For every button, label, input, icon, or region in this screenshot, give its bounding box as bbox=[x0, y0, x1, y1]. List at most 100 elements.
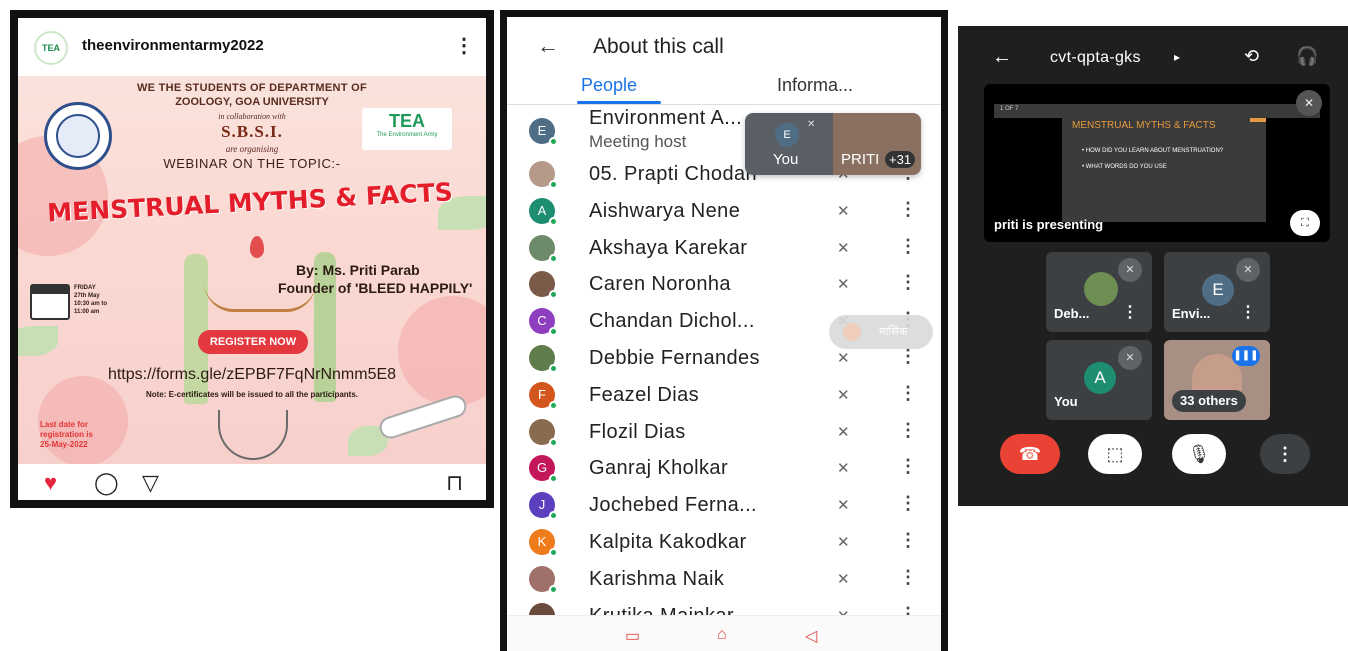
toast-avatar bbox=[843, 323, 861, 341]
participant-row[interactable]: Akshaya Karekar ✕ ⋮ bbox=[507, 230, 941, 267]
participant-more-icon[interactable]: ⋮ bbox=[899, 236, 917, 257]
tile-more-icon[interactable]: ⋮ bbox=[1122, 302, 1138, 322]
participant-row[interactable]: A Aishwarya Nene ✕ ⋮ bbox=[507, 193, 941, 230]
end-call-button[interactable]: ☎ bbox=[1000, 434, 1060, 474]
participant-more-icon[interactable]: ⋮ bbox=[899, 199, 917, 220]
pad-illustration bbox=[376, 392, 470, 442]
hands-illustration bbox=[218, 410, 288, 460]
online-dot bbox=[549, 180, 558, 189]
switch-camera-icon[interactable]: ⟲ bbox=[1244, 46, 1259, 67]
pip-presenter-label: PRITI bbox=[841, 151, 880, 168]
more-options-icon[interactable]: ⋮ bbox=[454, 33, 474, 58]
participant-more-icon[interactable]: ⋮ bbox=[899, 383, 917, 404]
presenting-label: priti is presenting bbox=[994, 217, 1104, 232]
online-dot bbox=[549, 137, 558, 146]
mic-off-icon: ✕ bbox=[837, 534, 850, 551]
poster-line-2: ZOOLOGY, GOA UNIVERSITY bbox=[175, 96, 329, 108]
tab-people[interactable]: People bbox=[581, 75, 637, 96]
slide-accent bbox=[1250, 118, 1266, 122]
participant-more-icon[interactable]: ⋮ bbox=[899, 420, 917, 441]
account-avatar[interactable]: TEA bbox=[34, 31, 68, 65]
mic-off-icon: ✕ bbox=[837, 386, 850, 404]
about-call-panel: ← About this call People Informa... E En… bbox=[500, 10, 948, 651]
share-send-icon[interactable]: ▽ bbox=[142, 472, 159, 494]
poster-collab: in collaboration with bbox=[218, 112, 286, 121]
decor-leaf bbox=[18, 326, 58, 356]
poster-topic: WEBINAR ON THE TOPIC:- bbox=[163, 156, 341, 171]
fullscreen-icon[interactable]: ⛶ bbox=[1290, 210, 1320, 236]
tile-more-icon[interactable]: ⋮ bbox=[1240, 302, 1256, 322]
online-dot bbox=[549, 548, 558, 557]
like-heart-icon[interactable]: ♥ bbox=[44, 472, 57, 494]
mic-off-icon: ✕ bbox=[1236, 258, 1260, 282]
meet-call-panel: ← cvt-qpta-gks ▸ ⟲ 🎧 1 OF 7 MENSTRUAL MY… bbox=[958, 26, 1348, 506]
others-count: 33 others bbox=[1172, 390, 1246, 412]
slide-toolbar: 1 OF 7 bbox=[994, 104, 1320, 118]
participant-more-icon[interactable]: ⋮ bbox=[899, 493, 917, 514]
chevron-right-icon[interactable]: ▸ bbox=[1174, 50, 1180, 64]
mic-off-icon: ✕ bbox=[1118, 346, 1142, 370]
mic-off-button[interactable]: 🎙 bbox=[1172, 434, 1226, 474]
self-tile[interactable]: A ✕ You bbox=[1046, 340, 1152, 420]
participant-more-icon[interactable]: ⋮ bbox=[899, 456, 917, 477]
poster-speaker: By: Ms. Priti Parab bbox=[296, 262, 420, 278]
online-dot bbox=[549, 474, 558, 484]
participant-row[interactable]: Karishma Naik ✕ ⋮ bbox=[507, 561, 941, 598]
participant-row[interactable]: F Feazel Dias ✕ ⋮ bbox=[507, 377, 941, 414]
back-arrow-icon[interactable]: ← bbox=[537, 33, 559, 59]
participant-name: Chandan Dichol... bbox=[589, 310, 755, 333]
bookmark-icon[interactable]: ⊓ bbox=[446, 472, 463, 494]
participant-more-icon[interactable]: ⋮ bbox=[899, 530, 917, 551]
tile-label: Envi... bbox=[1172, 306, 1211, 321]
comment-icon[interactable]: ◯ bbox=[94, 472, 119, 494]
poster-organising: are organising bbox=[225, 144, 279, 154]
participant-row[interactable]: K Kalpita Kakodkar ✕ ⋮ bbox=[507, 524, 941, 561]
participant-row[interactable]: G Ganraj Kholkar ✕ ⋮ bbox=[507, 450, 941, 487]
poster-form-url: https://forms.gle/zEPBF7FqNrNnmm5E8 bbox=[107, 366, 397, 383]
participant-row[interactable]: Caren Noronha ✕ ⋮ bbox=[507, 266, 941, 303]
online-dot bbox=[549, 437, 558, 447]
participant-row[interactable]: Flozil Dias ✕ ⋮ bbox=[507, 414, 941, 451]
online-dot bbox=[549, 400, 558, 410]
pip-presenter-tile: PRITI +31 bbox=[833, 113, 921, 175]
participant-name: Aishwarya Nene bbox=[589, 199, 741, 222]
poster-line-1: WE THE STUDENTS OF DEPARTMENT OF bbox=[136, 82, 367, 94]
account-username[interactable]: theenvironmentarmy2022 bbox=[82, 37, 264, 54]
participant-tile-debbie[interactable]: ✕ Deb... ⋮ bbox=[1046, 252, 1152, 332]
toast-text: मासिक bbox=[879, 326, 908, 338]
participant-more-icon[interactable]: ⋮ bbox=[899, 272, 917, 293]
camera-off-button[interactable]: ⬚ bbox=[1088, 434, 1142, 474]
slide-title: MENSTRUAL MYTHS & FACTS bbox=[1072, 120, 1216, 131]
online-dot bbox=[549, 584, 558, 594]
participant-more-icon[interactable]: ⋮ bbox=[899, 346, 917, 367]
speaking-indicator-icon: ❚❚❚ bbox=[1232, 346, 1260, 366]
webinar-poster-image: TEA The Environment Army WE THE STUDENTS… bbox=[18, 76, 486, 464]
mic-off-icon: ✕ bbox=[837, 460, 850, 478]
mic-off-icon: ✕ bbox=[1296, 90, 1322, 116]
self-avatar: A bbox=[1084, 362, 1116, 394]
others-tile[interactable]: ❚❚❚ 33 others bbox=[1164, 340, 1270, 420]
recents-icon[interactable]: ▭ bbox=[625, 626, 640, 646]
participant-row[interactable]: J Jochebed Ferna... ✕ ⋮ bbox=[507, 487, 941, 524]
participant-more-icon[interactable]: ⋮ bbox=[899, 567, 917, 588]
picture-in-picture-preview[interactable]: E ✕ You PRITI +31 bbox=[745, 113, 921, 175]
participant-name: 05. Prapti Chodan bbox=[589, 163, 758, 185]
more-options-button[interactable]: ⋮ bbox=[1260, 434, 1310, 474]
pip-self-tile: E ✕ You bbox=[745, 113, 833, 175]
audio-output-icon[interactable]: 🎧 bbox=[1296, 46, 1318, 67]
instagram-post-panel: TEA theenvironmentarmy2022 ⋮ TEA The Env… bbox=[10, 10, 494, 508]
meeting-code[interactable]: cvt-qpta-gks bbox=[1050, 49, 1141, 67]
back-arrow-icon[interactable]: ← bbox=[992, 46, 1012, 69]
poster-last-date: Last date for registration is 25-May-202… bbox=[40, 420, 93, 449]
screen-share-tile[interactable]: 1 OF 7 MENSTRUAL MYTHS & FACTS • HOW DID… bbox=[984, 84, 1330, 242]
participant-tile-environment[interactable]: E ✕ Envi... ⋮ bbox=[1164, 252, 1270, 332]
slide-counter: 1 OF 7 bbox=[1000, 106, 1019, 112]
post-header: TEA theenvironmentarmy2022 ⋮ bbox=[18, 18, 486, 76]
back-nav-icon[interactable]: ◁ bbox=[805, 626, 817, 646]
tab-information[interactable]: Informa... bbox=[777, 75, 853, 96]
home-icon[interactable]: ⌂ bbox=[717, 626, 727, 644]
mic-off-icon: ✕ bbox=[837, 239, 850, 257]
poster-date: FRIDAY 27th May 10:30 am to 11:00 am bbox=[74, 285, 108, 315]
slide-bullet-1: • HOW DID YOU LEARN ABOUT MENSTRUATION? bbox=[1082, 148, 1224, 154]
participant-name: Jochebed Ferna... bbox=[589, 494, 758, 517]
